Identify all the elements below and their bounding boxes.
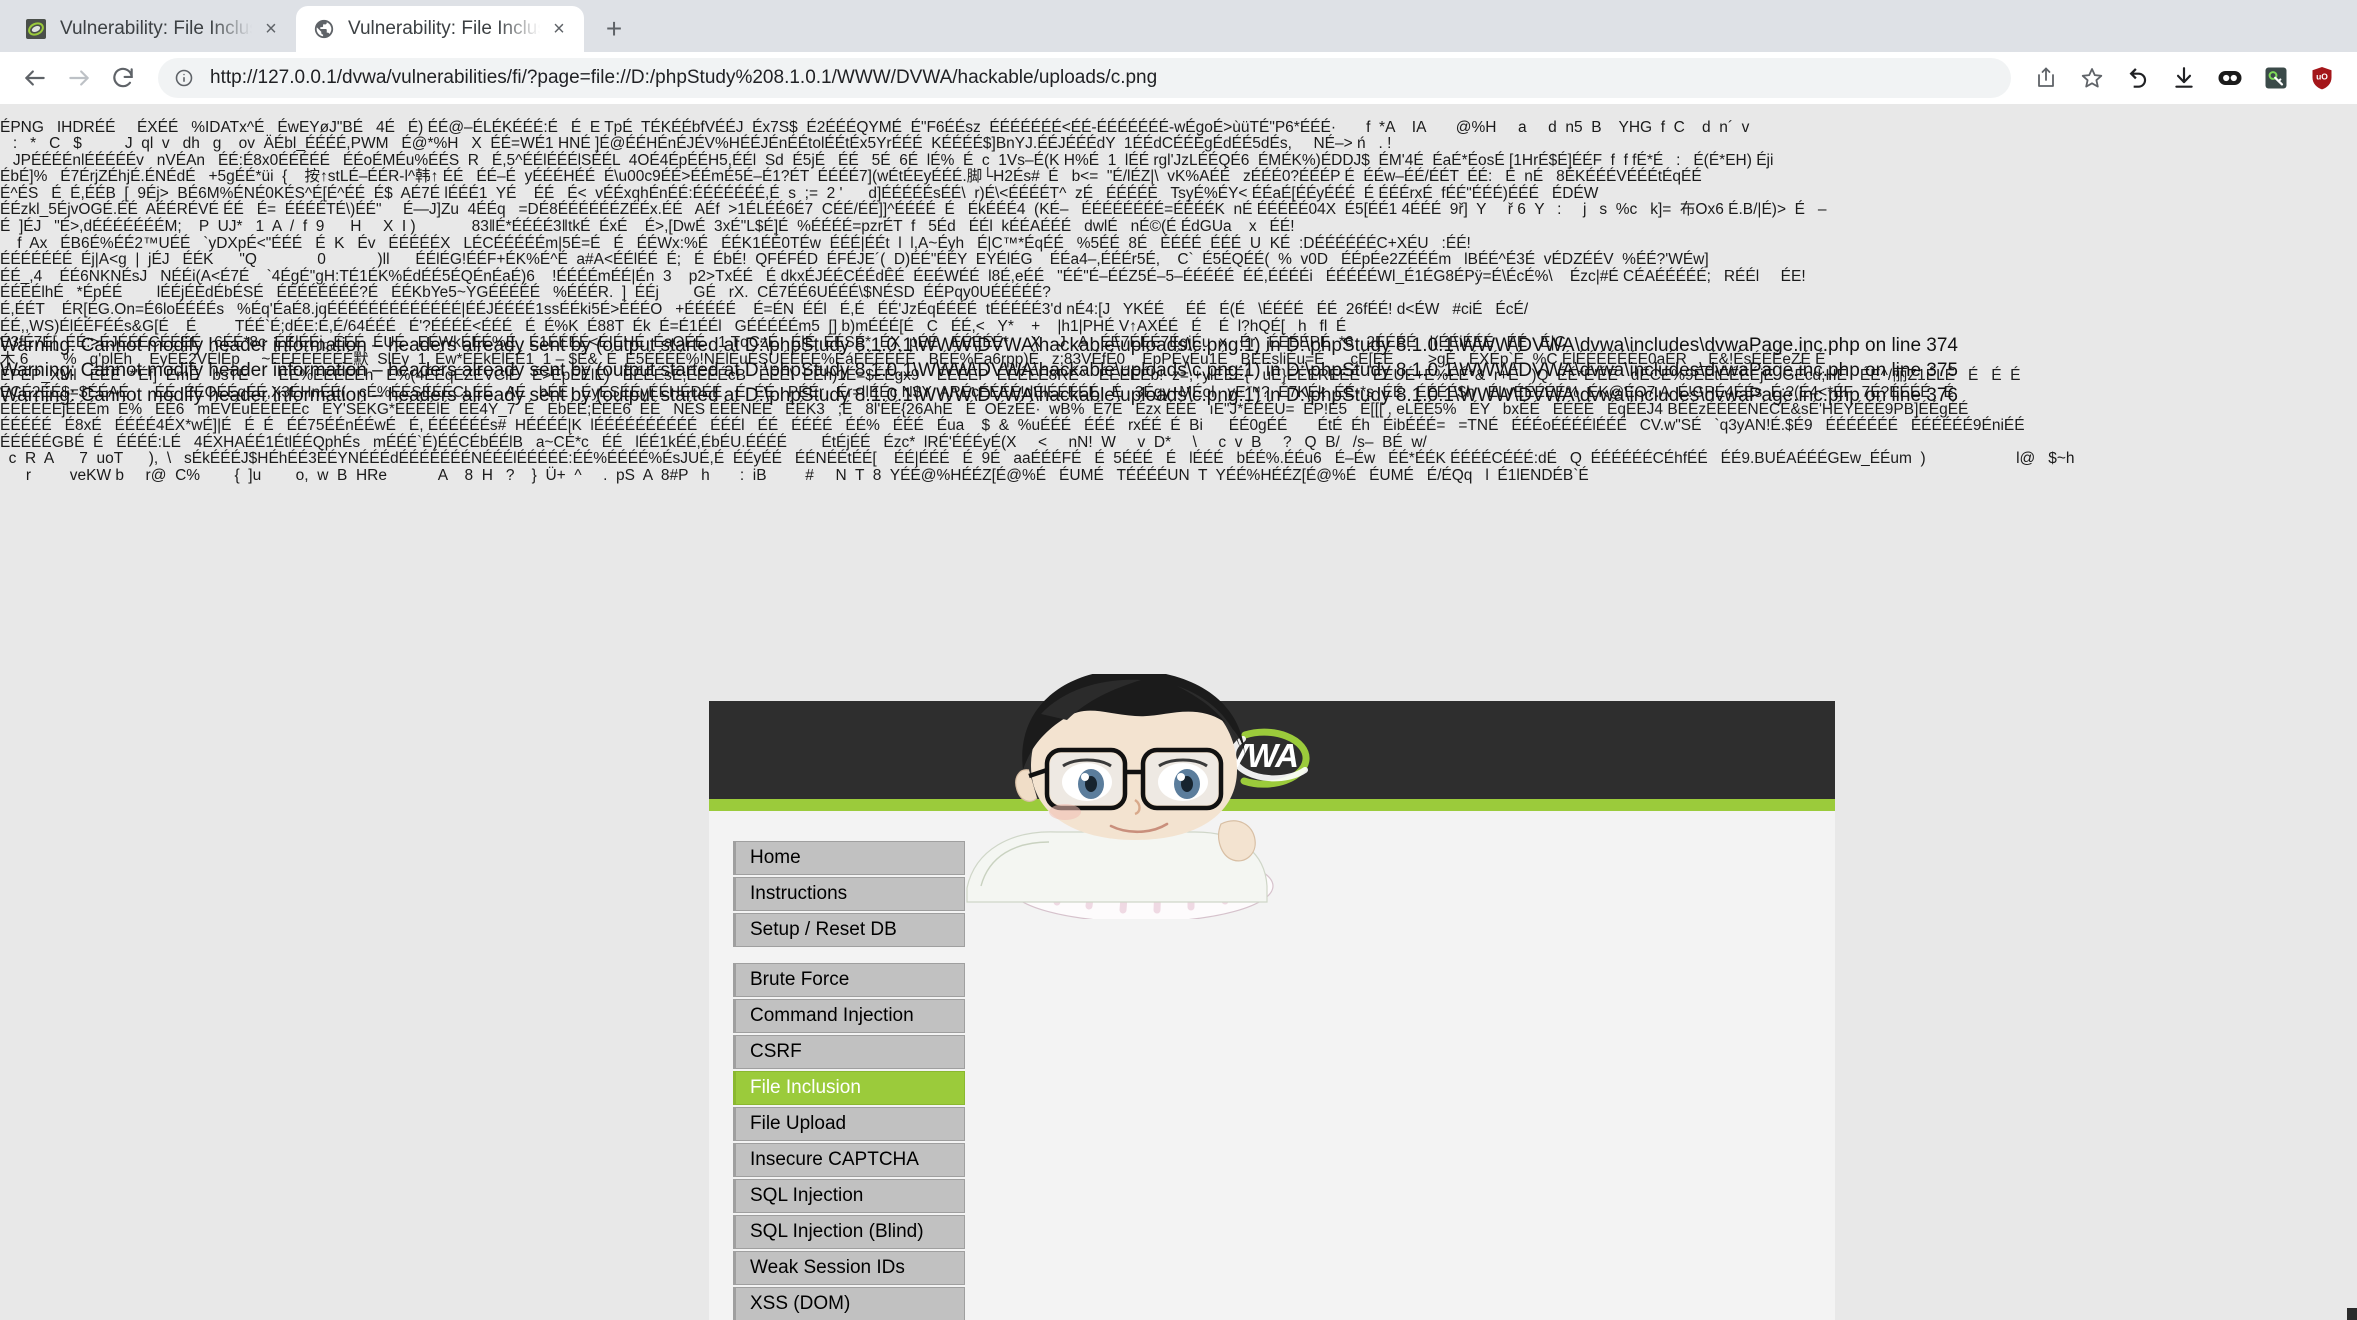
browser-toolbar: http://127.0.0.1/dvwa/vulnerabilities/fi…: [0, 52, 2357, 104]
undo-arrow-icon[interactable]: [2117, 57, 2159, 99]
share-icon[interactable]: [2025, 57, 2067, 99]
sidebar-item-home[interactable]: Home: [733, 841, 965, 875]
sidebar-item-file-inclusion[interactable]: File Inclusion: [733, 1071, 965, 1105]
dvwa-app: DVWA Home Instructions Setup / Reset DB …: [709, 701, 1835, 1320]
dvwa-body: Home Instructions Setup / Reset DB Brute…: [709, 811, 1835, 1320]
nav-group-vulnerabilities: Brute Force Command Injection CSRF File …: [733, 963, 965, 1320]
dvwa-logo: DVWA: [1185, 723, 1345, 793]
new-tab-button[interactable]: +: [594, 9, 634, 49]
page-viewport: ÉPNG IHDRÉÉ ÉXÉÉ %IDATx^É ÉwEYøJ"BÉ 4É É…: [0, 104, 2357, 1320]
sidebar-item-csrf[interactable]: CSRF: [733, 1035, 965, 1069]
browser-tab-2[interactable]: Vulnerability: File Inclusion :: Damn Vu…: [296, 6, 584, 52]
raw-png-binary-dump: ÉPNG IHDRÉÉ ÉXÉÉ %IDATx^É ÉwEYøJ"BÉ 4É É…: [0, 118, 2075, 484]
reload-icon[interactable]: [102, 57, 144, 99]
sidebar-item-command-injection[interactable]: Command Injection: [733, 999, 965, 1033]
forward-arrow-icon[interactable]: [58, 57, 100, 99]
page-corner-marker: [2347, 1308, 2357, 1320]
download-icon[interactable]: [2163, 57, 2205, 99]
toolbar-actions: uO: [2025, 57, 2343, 99]
nav-group-main: Home Instructions Setup / Reset DB: [733, 841, 965, 947]
tab-title: Vulnerability: File Inclusion :: Damn Vu…: [60, 18, 252, 39]
page-info-icon[interactable]: [174, 68, 196, 88]
dvwa-favicon-icon: [24, 17, 48, 41]
sidebar-item-instructions[interactable]: Instructions: [733, 877, 965, 911]
tab-close-icon[interactable]: ×: [258, 16, 284, 42]
dvwa-header: DVWA: [709, 701, 1835, 811]
key-extension-icon[interactable]: [2255, 57, 2297, 99]
dvwa-sidebar-nav: Home Instructions Setup / Reset DB Brute…: [709, 811, 965, 1320]
sidebar-item-sql-injection[interactable]: SQL Injection: [733, 1179, 965, 1213]
sidebar-item-file-upload[interactable]: File Upload: [733, 1107, 965, 1141]
tab-close-icon[interactable]: ×: [546, 16, 572, 42]
ublock-shield-icon[interactable]: uO: [2301, 57, 2343, 99]
svg-text:DVWA: DVWA: [1203, 737, 1298, 774]
address-bar-url: http://127.0.0.1/dvwa/vulnerabilities/fi…: [210, 67, 1158, 88]
php-warning-line-375: Warning: Cannot modify header informatio…: [0, 360, 1959, 381]
browser-window: Vulnerability: File Inclusion :: Damn Vu…: [0, 0, 2357, 1320]
svg-text:uO: uO: [2316, 72, 2328, 82]
tab-strip: Vulnerability: File Inclusion :: Damn Vu…: [0, 0, 2357, 52]
bookmark-star-icon[interactable]: [2071, 57, 2113, 99]
sidebar-item-weak-session-ids[interactable]: Weak Session IDs: [733, 1251, 965, 1285]
sidebar-item-insecure-captcha[interactable]: Insecure CAPTCHA: [733, 1143, 965, 1177]
sidebar-item-sql-injection-blind[interactable]: SQL Injection (Blind): [733, 1215, 965, 1249]
sidebar-item-xss-dom[interactable]: XSS (DOM): [733, 1287, 965, 1320]
globe-icon: [312, 17, 336, 41]
extension-oval-icon[interactable]: [2209, 57, 2251, 99]
address-bar[interactable]: http://127.0.0.1/dvwa/vulnerabilities/fi…: [158, 58, 2011, 98]
sidebar-item-brute-force[interactable]: Brute Force: [733, 963, 965, 997]
sidebar-item-setup-reset-db[interactable]: Setup / Reset DB: [733, 913, 965, 947]
php-warning-line-374: Warning: Cannot modify header informatio…: [0, 335, 1959, 356]
tab-title: Vulnerability: File Inclusion :: Damn Vu…: [348, 18, 540, 39]
dvwa-main-content: [946, 811, 1835, 1320]
browser-tab-1[interactable]: Vulnerability: File Inclusion :: Damn Vu…: [8, 6, 296, 52]
back-arrow-icon[interactable]: [14, 57, 56, 99]
php-warning-line-376: Warning: Cannot modify header informatio…: [0, 385, 1959, 406]
